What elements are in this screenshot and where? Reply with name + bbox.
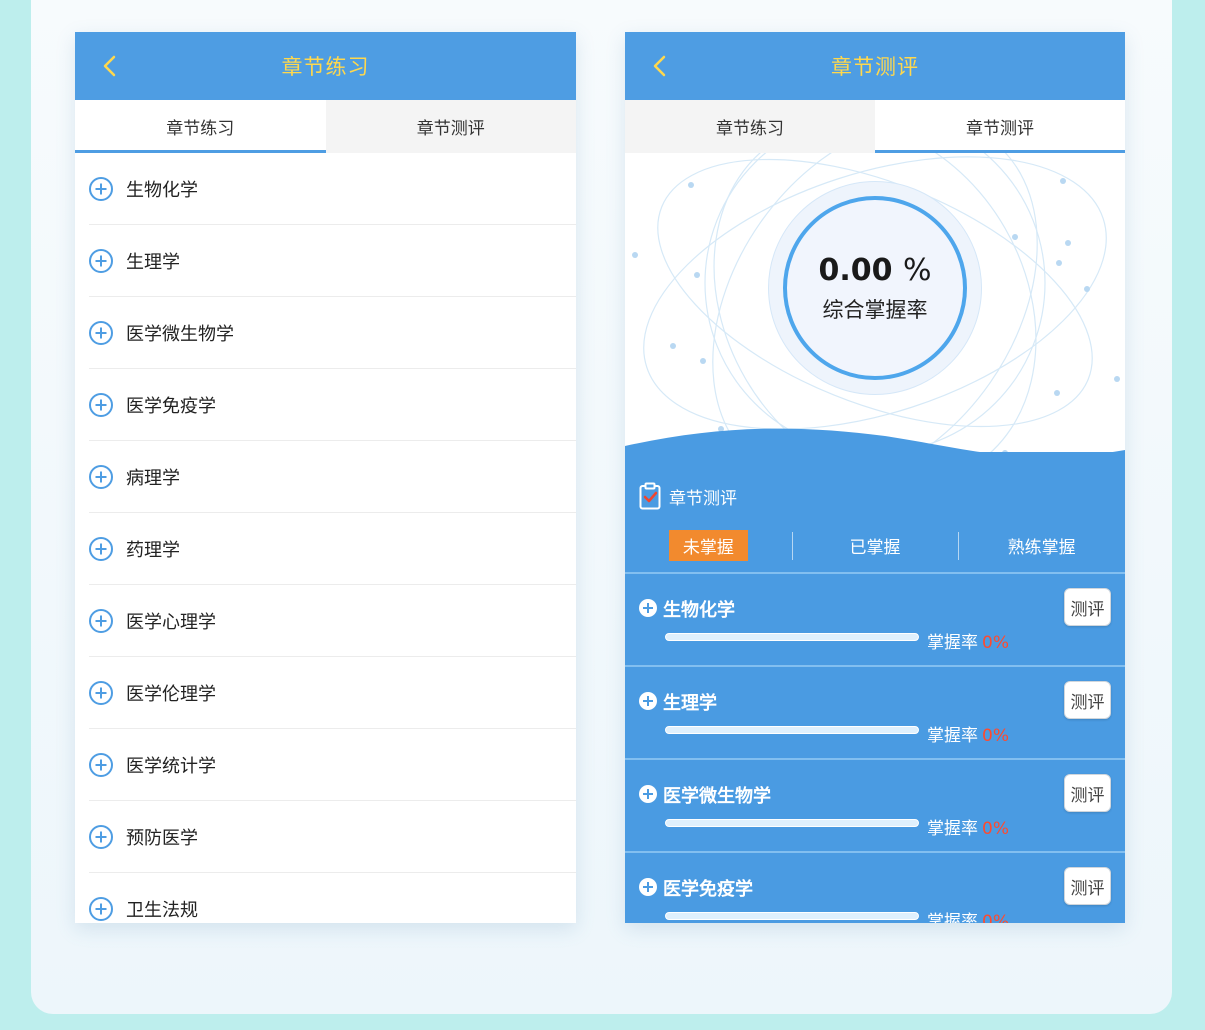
back-chevron-icon[interactable] (99, 54, 121, 78)
list-item-label: 药理学 (126, 539, 180, 561)
subject-row: 生理学掌握率 0% 测评 (625, 665, 1125, 758)
wave-divider (625, 428, 1125, 484)
plus-circle-icon[interactable] (89, 464, 113, 489)
evaluate-button[interactable]: 测评 (1064, 588, 1111, 626)
plus-circle-icon[interactable] (89, 680, 113, 705)
list-item-label: 预防医学 (126, 827, 198, 849)
evaluate-button[interactable]: 测评 (1064, 867, 1111, 905)
plus-circle-icon[interactable] (639, 599, 657, 617)
mastery-rate-value: 0% (982, 912, 1009, 923)
evaluation-header: 章节测评 (639, 482, 737, 510)
list-item[interactable]: 卫生法规 (89, 873, 576, 923)
subject-name: 生理学 (663, 693, 717, 714)
list-item[interactable]: 病理学 (89, 441, 576, 513)
plus-circle-icon[interactable] (89, 392, 113, 417)
plus-circle-icon[interactable] (89, 536, 113, 561)
list-item[interactable]: 医学统计学 (89, 729, 576, 801)
page-title: 章节练习 (281, 55, 370, 79)
mastery-rate: 掌握率 0% (927, 907, 1009, 923)
list-item-label: 医学免疫学 (126, 395, 216, 417)
subject-list: 生物化学生理学医学微生物学 医学免疫学病理学药理学医学心理学医学伦理学医学统计学预… (75, 153, 576, 923)
subject-name: 生物化学 (663, 600, 735, 621)
list-item-label: 医学伦理学 (126, 683, 216, 705)
overall-rate-unit: % (902, 252, 932, 288)
tab-chapter-practice[interactable]: 章节练习 (75, 100, 326, 153)
clipboard-check-icon (639, 482, 661, 510)
plus-circle-icon[interactable] (639, 878, 657, 896)
mastery-ring: 0.00 % 综合掌握率 (783, 196, 967, 380)
filter-label: 熟练掌握 (1007, 537, 1076, 558)
plus-circle-icon[interactable] (89, 824, 113, 849)
mastery-rate-label: 掌握率 (927, 633, 978, 653)
mastery-rate-value: 0% (982, 633, 1009, 653)
subject-row: 医学免疫学掌握率 0% 测评 (625, 851, 1125, 923)
page-title: 章节测评 (831, 55, 919, 79)
tab-chapter-evaluation[interactable]: 章节测评 (875, 100, 1125, 153)
mastery-progress-bar (665, 912, 919, 920)
subject-row: 医学微生物学掌握率 0% 测评 (625, 758, 1125, 851)
list-item[interactable]: 药理学 (89, 513, 576, 585)
evaluate-button[interactable]: 测评 (1064, 774, 1111, 812)
overall-rate-value: 0.00 (818, 252, 893, 288)
mastery-rate-value: 0% (982, 819, 1009, 839)
mastery-rate-label: 掌握率 (927, 912, 978, 923)
plus-circle-icon[interactable] (89, 752, 113, 777)
list-item-label: 卫生法规 (126, 899, 198, 921)
subject-rate-list: 生物化学 掌握率 0% 测评 生理学 掌握率 0% 测评 医学微生物学 掌握率 0% 测评 医学免疫学掌… (625, 572, 1125, 923)
list-item-label: 医学心理学 (126, 611, 216, 633)
mastery-rate-label: 掌握率 (927, 819, 978, 839)
tab-chapter-practice[interactable]: 章节练习 (625, 100, 875, 153)
list-item-label: 病理学 (126, 467, 180, 489)
back-chevron-icon[interactable] (649, 54, 671, 78)
overall-rate-label: 综合掌握率 (822, 297, 928, 322)
mastery-progress-bar (665, 819, 919, 827)
subject-row: 生物化学掌握率 0% 测评 (625, 572, 1125, 665)
nav-bar: 章节测评 (625, 32, 1125, 100)
filter-mastered[interactable]: 已掌握 (791, 530, 959, 561)
list-item[interactable]: 医学免疫学 (89, 369, 576, 441)
list-item[interactable]: 医学微生物学 (89, 297, 576, 369)
list-item[interactable]: 生理学 (89, 225, 576, 297)
filter-label: 已掌握 (849, 537, 901, 558)
plus-circle-icon[interactable] (89, 896, 113, 921)
filter-label: 未掌握 (668, 529, 748, 561)
list-item[interactable]: 医学心理学 (89, 585, 576, 657)
list-item-label: 医学微生物学 (126, 323, 234, 345)
evaluation-section-title: 章节测评 (669, 488, 737, 509)
tab-chapter-evaluation[interactable]: 章节测评 (326, 100, 577, 153)
filter-proficient[interactable]: 熟练掌握 (958, 530, 1125, 561)
mastery-progress-bar (665, 633, 919, 641)
evaluate-button[interactable]: 测评 (1064, 681, 1111, 719)
overall-rate: 0.00 % (819, 253, 932, 288)
mastery-rate: 掌握率 0% (927, 721, 1009, 746)
mastery-rate: 掌握率 0% (927, 628, 1009, 653)
chapter-evaluation-screen: 章节测评 章节练习 章节测评 0.00 % 综合掌握率 章节测评 未掌握 已掌握… (625, 32, 1125, 923)
subject-name: 医学微生物学 (663, 786, 771, 807)
mastery-rate-label: 掌握率 (927, 726, 978, 746)
list-item[interactable]: 医学伦理学 (89, 657, 576, 729)
plus-circle-icon[interactable] (89, 248, 113, 273)
list-item[interactable]: 预防医学 (89, 801, 576, 873)
plus-circle-icon[interactable] (639, 692, 657, 710)
plus-circle-icon[interactable] (89, 176, 113, 201)
list-item[interactable]: 生物化学 (89, 153, 576, 225)
plus-circle-icon[interactable] (89, 320, 113, 345)
plus-circle-icon[interactable] (639, 785, 657, 803)
mastery-progress-bar (665, 726, 919, 734)
mastery-rate-value: 0% (982, 726, 1009, 746)
mastery-rate: 掌握率 0% (927, 814, 1009, 839)
filter-not-mastered[interactable]: 未掌握 (625, 529, 792, 561)
list-item-label: 生理学 (126, 251, 180, 273)
subject-name: 医学免疫学 (663, 879, 753, 900)
plus-circle-icon[interactable] (89, 608, 113, 633)
list-item-label: 生物化学 (126, 179, 198, 201)
tab-bar: 章节练习 章节测评 (625, 100, 1125, 153)
list-item-label: 医学统计学 (126, 755, 216, 777)
nav-bar: 章节练习 (75, 32, 576, 100)
tab-bar: 章节练习 章节测评 (75, 100, 576, 153)
chapter-practice-screen: 章节练习 章节练习 章节测评 生物化学生理学医学微生物学 医学免疫学病理学药理学医… (75, 32, 576, 923)
mastery-filter-bar: 未掌握 已掌握 熟练掌握 (625, 527, 1125, 563)
